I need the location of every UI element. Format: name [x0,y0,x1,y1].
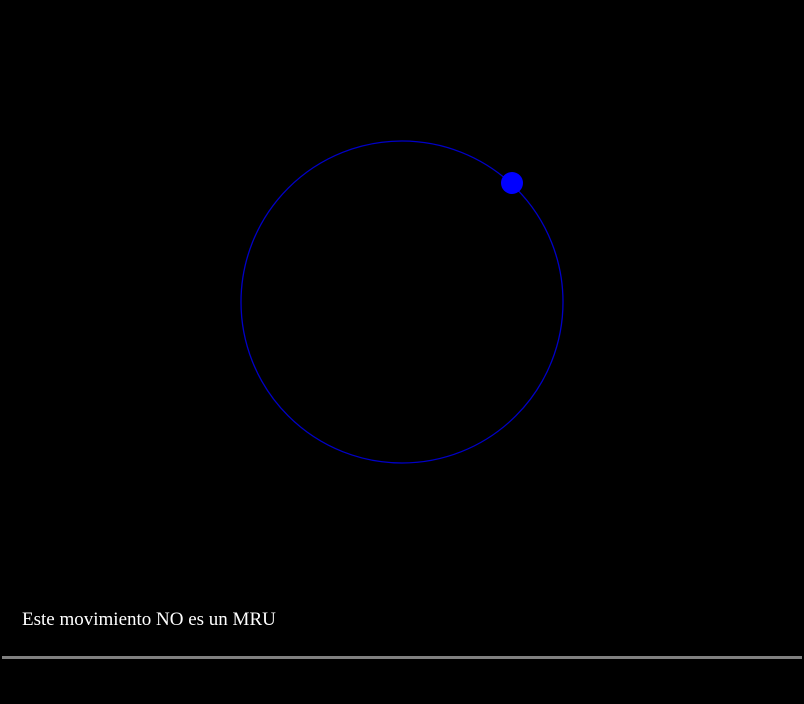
bottom-divider [2,656,802,659]
animation-scene [240,140,564,464]
animation-stage: Este movimiento NO es un MRU [0,0,804,704]
moving-ball [501,172,523,194]
motion-caption: Este movimiento NO es un MRU [22,609,276,630]
